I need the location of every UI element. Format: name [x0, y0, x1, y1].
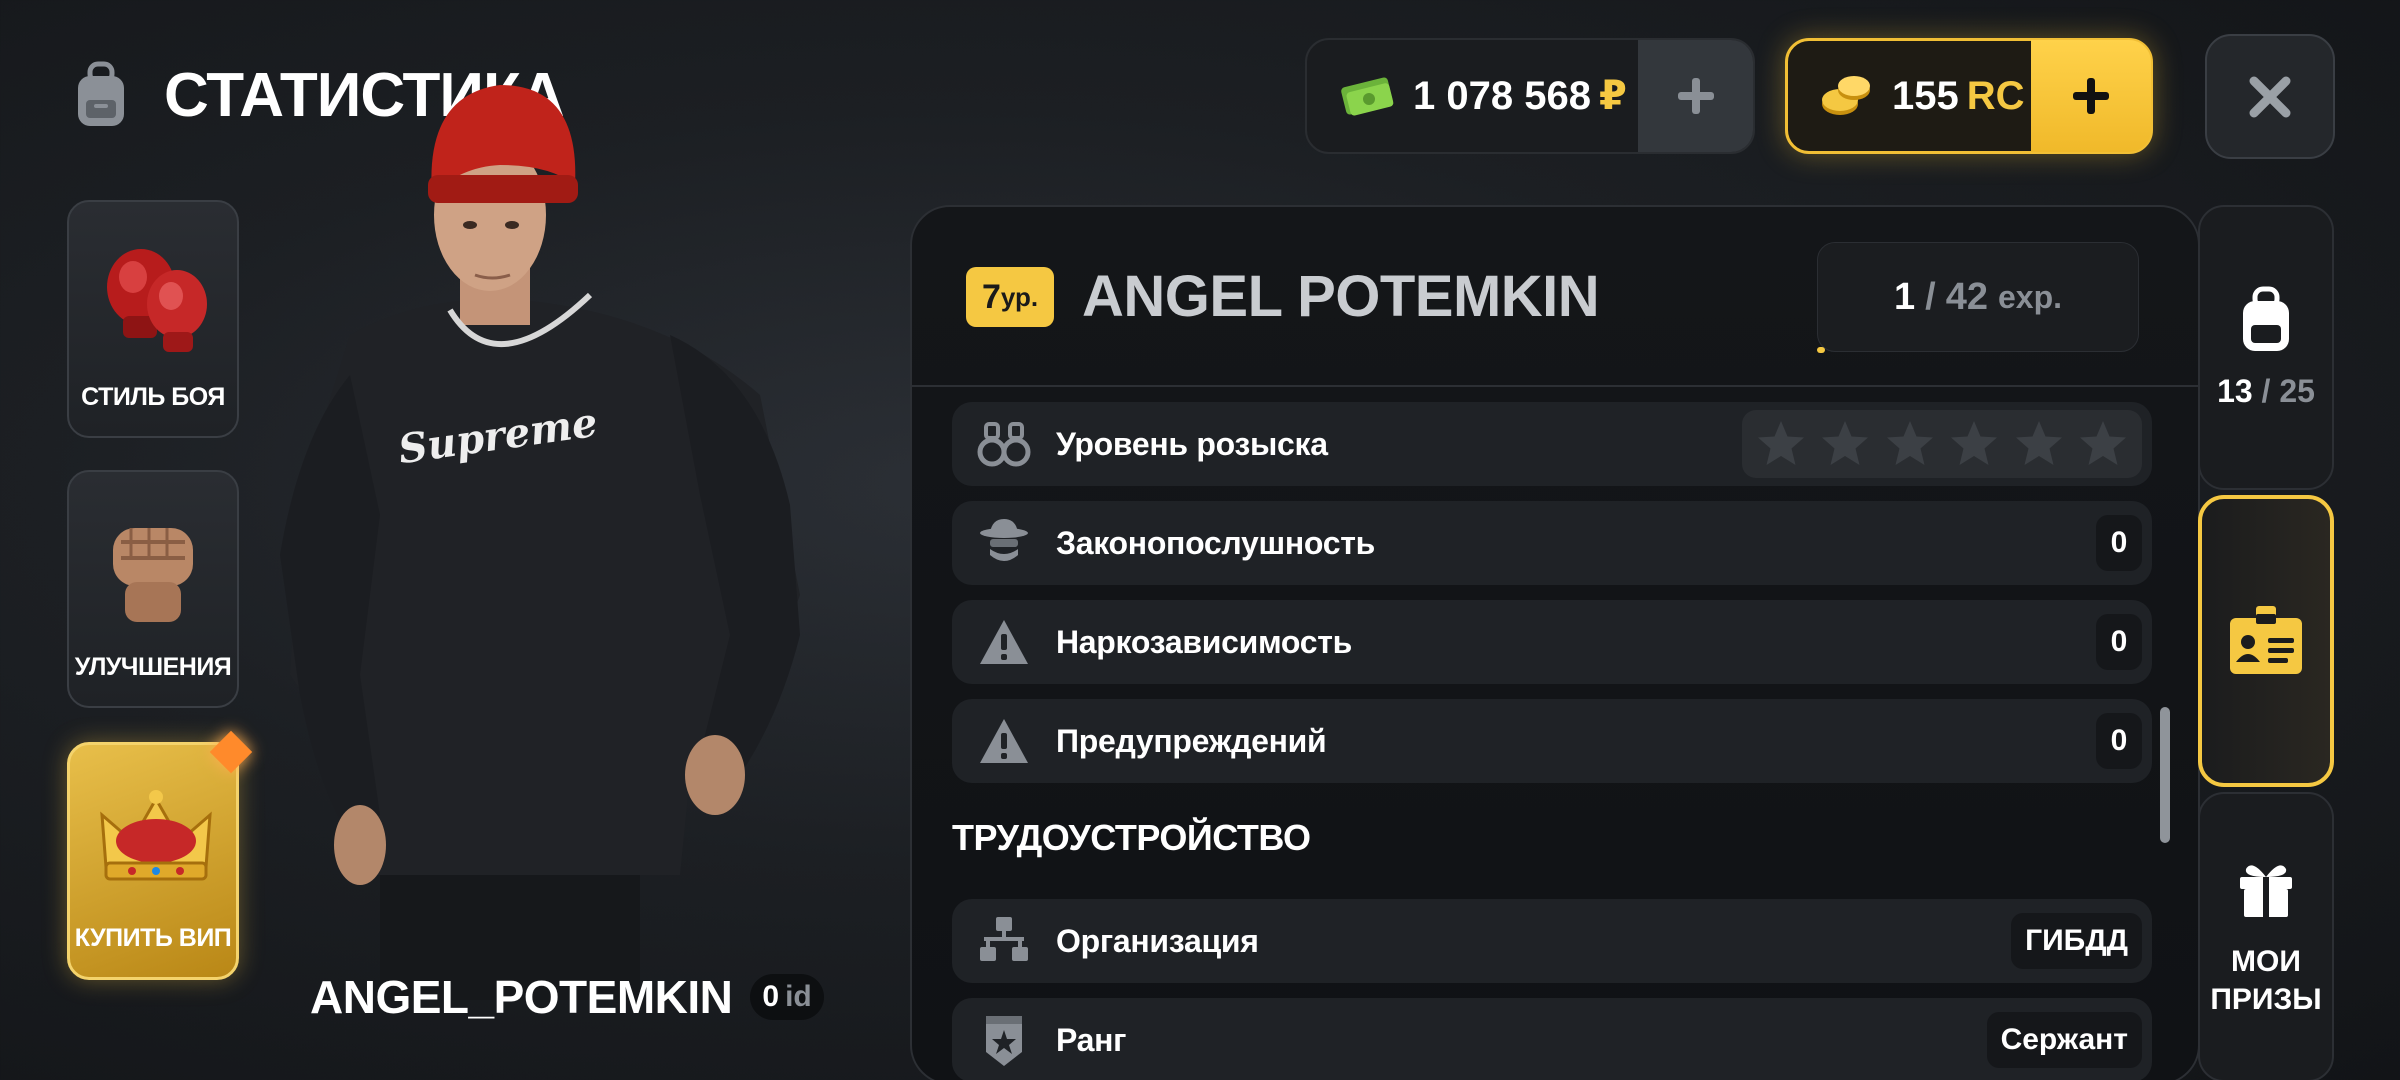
- stat-value: Сержант: [1986, 1012, 2142, 1068]
- wanted-stars: [1742, 410, 2142, 478]
- close-icon: [2249, 76, 2291, 117]
- star-icon: [2015, 421, 2062, 465]
- stats-scrollbar[interactable]: [2160, 707, 2170, 843]
- exp-progress-bar: [1817, 347, 2139, 353]
- plus-icon: [1677, 78, 1714, 114]
- stat-value: ГИБДД: [2011, 913, 2142, 969]
- new-badge-icon: [209, 730, 253, 774]
- backpack-icon: [2243, 286, 2289, 351]
- character-name: ANGEL_POTEMKIN: [310, 971, 733, 1023]
- exp-unit: exp.: [1997, 278, 2062, 315]
- buy-vip-button[interactable]: КУПИТЬ ВИП: [67, 730, 253, 980]
- money-value-line: 1 078 568 ₽: [1413, 73, 1627, 119]
- tab-inventory[interactable]: 13 / 25: [2198, 205, 2334, 490]
- id-value: 0: [762, 980, 780, 1013]
- rc-balance: 155 RC: [1785, 38, 2153, 154]
- star-icon: [2080, 421, 2127, 465]
- id-label: id: [785, 980, 812, 1013]
- tab-passport[interactable]: [2198, 495, 2334, 787]
- star-icon: [1757, 421, 1804, 465]
- crown-icon: [100, 790, 212, 881]
- coins-icon: [1822, 76, 1870, 115]
- character-nameplate: ANGEL_POTEMKIN 0 id: [310, 970, 824, 1024]
- cash-icon: [1341, 77, 1394, 116]
- experience-counter: 1 / 42 exp.: [1817, 242, 2139, 352]
- boxing-gloves-icon: [107, 249, 207, 352]
- stat-label: Ранг: [1056, 1021, 1127, 1058]
- tab-label-line2: ПРИЗЫ: [2210, 983, 2322, 1016]
- organization-icon: [980, 917, 1028, 961]
- stat-row-organization: Организация ГИБДД: [952, 899, 2152, 983]
- menu-label: СТИЛЬ БОЯ: [81, 383, 225, 411]
- stat-label: Предупреждений: [1056, 722, 1327, 759]
- stat-label: Наркозависимость: [1056, 623, 1352, 660]
- backpack-icon: [78, 61, 124, 126]
- stats-panel: 7 ур. ANGEL POTEMKIN 1 / 42 exp. Уровень …: [910, 205, 2202, 1080]
- inventory-count-sep: /: [2261, 373, 2271, 409]
- fist-icon: [113, 528, 193, 622]
- stat-row-warnings: Предупреждений 0: [952, 699, 2152, 783]
- money-value: 1 078 568: [1413, 74, 1591, 118]
- stat-row-rank: Ранг Сержант: [952, 998, 2152, 1080]
- rc-symbol: RC: [1966, 73, 2025, 118]
- id-card-icon: [2230, 606, 2302, 674]
- tab-label: МОИ ПРИЗЫ: [2210, 943, 2321, 1019]
- stat-label: Организация: [1056, 922, 1259, 959]
- add-rc-button[interactable]: [2031, 40, 2151, 152]
- tab-label-line1: МОИ: [2231, 945, 2301, 978]
- employment-section-title: ТРУДОУСТРОЙСТВО: [952, 817, 1311, 858]
- add-money-button[interactable]: [1638, 40, 1753, 152]
- menu-label: КУПИТЬ ВИП: [74, 924, 232, 952]
- inventory-count: 13 / 25: [2217, 373, 2315, 410]
- warning-icon: [980, 620, 1028, 664]
- star-icon: [1822, 421, 1869, 465]
- close-button[interactable]: [2205, 34, 2335, 159]
- inventory-count-value: 13: [2217, 373, 2253, 409]
- star-icon: [1886, 421, 1933, 465]
- character-model[interactable]: Supreme: [260, 75, 860, 1000]
- profile-header: 7 ур. ANGEL POTEMKIN 1 / 42 exp.: [912, 207, 2202, 387]
- player-name: ANGEL POTEMKIN: [1082, 264, 1600, 329]
- star-icon: [1951, 421, 1998, 465]
- rc-value: 155: [1892, 73, 1959, 118]
- stat-value: 0: [2096, 515, 2142, 571]
- level-value: 7: [982, 277, 1001, 316]
- stat-row-law-abiding: Законопослушность 0: [952, 501, 2152, 585]
- rank-badge-icon: [986, 1016, 1022, 1066]
- stat-row-wanted-level: Уровень розыска: [952, 402, 2152, 486]
- id-badge: 0 id: [750, 974, 824, 1020]
- level-badge: 7 ур.: [966, 267, 1055, 327]
- exp-separator: /: [1925, 275, 1936, 318]
- gift-icon: [2240, 865, 2292, 917]
- handcuffs-icon: [977, 422, 1031, 467]
- stat-value: 0: [2096, 713, 2142, 769]
- rc-value-line: 155 RC: [1892, 74, 2025, 119]
- exp-progress-fill: [1817, 347, 1825, 353]
- menu-label: УЛУЧШЕНИЯ: [74, 653, 232, 681]
- exp-max: 42: [1945, 275, 1988, 318]
- agent-icon: [980, 519, 1028, 561]
- plus-icon: [2073, 78, 2109, 114]
- stat-value: 0: [2096, 614, 2142, 670]
- upgrades-button[interactable]: УЛУЧШЕНИЯ: [67, 470, 239, 708]
- level-unit: ур.: [1000, 281, 1039, 312]
- stat-label: Законопослушность: [1056, 524, 1375, 561]
- inventory-count-max: 25: [2279, 373, 2315, 409]
- money-balance: 1 078 568 ₽: [1305, 38, 1755, 154]
- stat-row-drug-addiction: Наркозависимость 0: [952, 600, 2152, 684]
- tab-my-prizes[interactable]: МОИ ПРИЗЫ: [2198, 792, 2334, 1080]
- exp-current: 1: [1893, 275, 1916, 318]
- stat-label: Уровень розыска: [1056, 425, 1328, 462]
- fight-style-button[interactable]: СТИЛЬ БОЯ: [67, 200, 239, 438]
- money-symbol: ₽: [1598, 74, 1627, 118]
- warning-icon: [980, 719, 1028, 763]
